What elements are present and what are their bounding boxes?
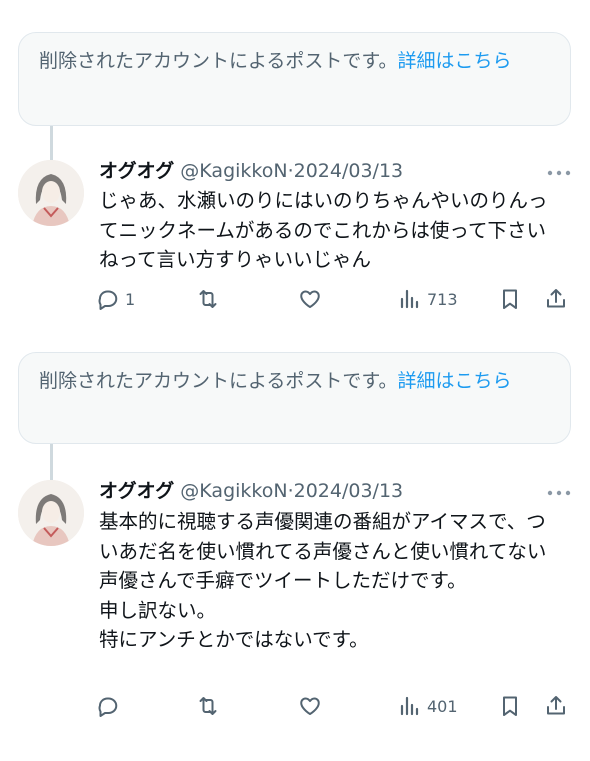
avatar-illustration [18, 160, 84, 226]
display-name[interactable]: オグオグ [99, 480, 174, 502]
views-button[interactable]: 401 [398, 690, 458, 722]
view-count: 401 [427, 696, 458, 716]
heart-icon [300, 697, 320, 715]
share-icon [547, 696, 565, 715]
user-handle[interactable]: @KagikkoN [180, 480, 287, 502]
retweet-icon [199, 290, 217, 308]
views-icon [400, 289, 419, 309]
bookmark-icon [503, 289, 517, 309]
post-date[interactable]: 2024/03/13 [294, 480, 404, 502]
deleted-post-notice: 削除されたアカウントによるポストです。詳細はこちら [18, 32, 571, 126]
heart-icon [300, 290, 320, 308]
reply-count: 1 [125, 289, 136, 309]
reply-button[interactable]: 1 [96, 283, 135, 315]
avatar-illustration [18, 480, 84, 546]
more-dots-icon[interactable] [546, 165, 572, 179]
views-icon [400, 696, 419, 716]
views-button[interactable]: 713 [398, 283, 458, 315]
thread-line [50, 444, 53, 480]
reply-button[interactable] [96, 690, 125, 722]
post-text: じゃあ、水瀬いのりにはいのりちゃんやいのりんってニックネームがあるのでこれからは… [99, 189, 548, 271]
share-button[interactable] [544, 283, 568, 315]
share-icon [547, 289, 565, 308]
more-dots-icon[interactable] [546, 485, 572, 499]
post-header: オグオグ @KagikkoN·2024/03/13 [99, 478, 403, 504]
retweet-icon [199, 697, 217, 715]
thread-line [50, 126, 53, 160]
display-name[interactable]: オグオグ [99, 160, 174, 182]
retweet-button[interactable] [196, 283, 225, 315]
details-link[interactable]: 詳細はこちら [398, 370, 512, 392]
share-button[interactable] [544, 690, 568, 722]
like-button[interactable] [298, 690, 327, 722]
deleted-post-notice: 削除されたアカウントによるポストです。詳細はこちら [18, 352, 571, 444]
retweet-button[interactable] [196, 690, 225, 722]
bookmark-button[interactable] [498, 690, 522, 722]
bookmark-button[interactable] [498, 283, 522, 315]
avatar[interactable] [18, 480, 84, 546]
avatar[interactable] [18, 160, 84, 226]
details-link[interactable]: 詳細はこちら [398, 50, 512, 72]
post-header: オグオグ @KagikkoN·2024/03/13 [99, 158, 403, 184]
post-date[interactable]: 2024/03/13 [294, 160, 404, 182]
notice-text: 削除されたアカウントによるポストです。 [39, 50, 398, 72]
reply-icon [98, 697, 118, 717]
post-actions: 401 [96, 690, 576, 722]
reply-icon [98, 290, 118, 310]
user-handle[interactable]: @KagikkoN [180, 160, 287, 182]
post-actions: 1 713 [96, 283, 576, 315]
post-text: 基本的に視聴する声優関連の番組がアイマスで、ついあだ名を使い慣れてる声優さんと使… [99, 510, 547, 651]
bookmark-icon [503, 696, 517, 716]
view-count: 713 [427, 289, 458, 309]
notice-text: 削除されたアカウントによるポストです。 [39, 370, 398, 392]
like-button[interactable] [298, 283, 327, 315]
